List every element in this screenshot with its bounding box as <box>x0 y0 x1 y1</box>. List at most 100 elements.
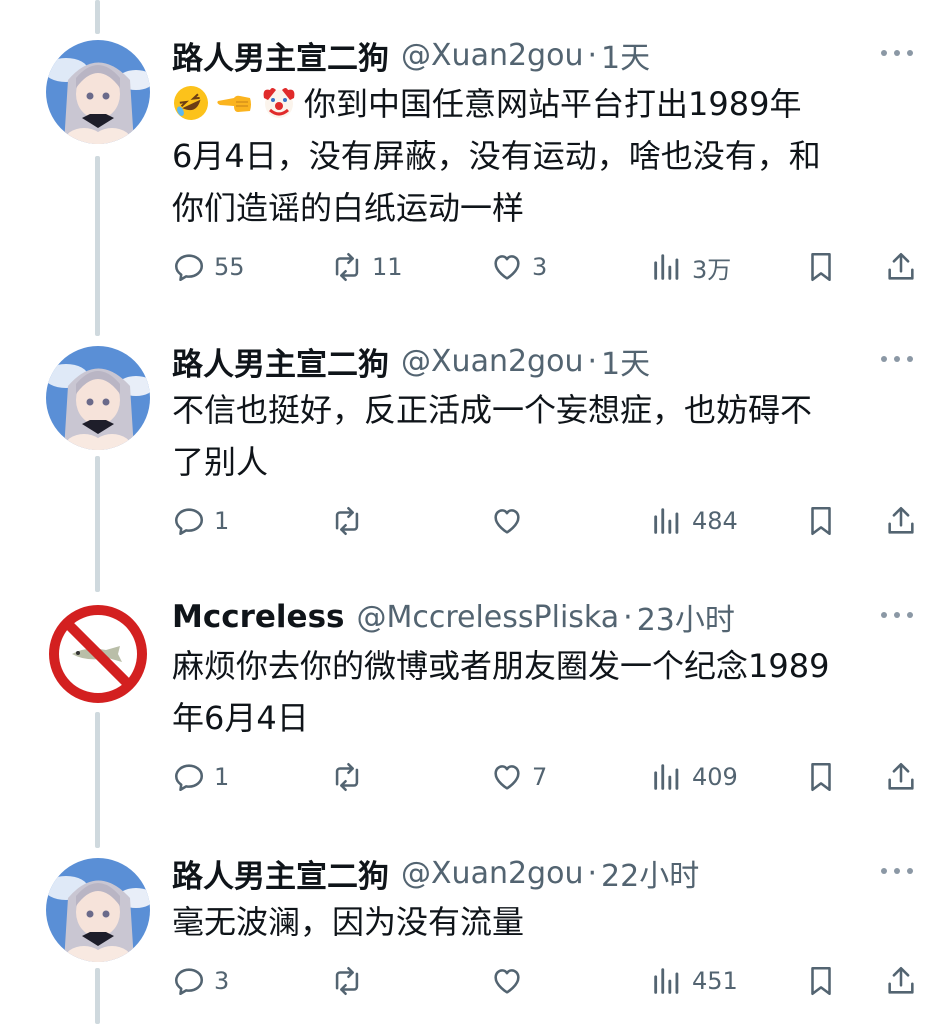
like-count: 7 <box>532 763 548 791</box>
retweet-icon <box>335 506 359 536</box>
retweet-count: 11 <box>372 253 403 281</box>
tweet-text: 不信也挺好，反正活成一个妄想症，也妨碍不 了别人 <box>172 391 813 481</box>
more-options-icon[interactable] <box>877 600 917 630</box>
retweet-icon <box>335 762 359 792</box>
tweet-text: 麻烦你去你的微博或者朋友圈发一个纪念1989 年6月4日 <box>172 647 830 737</box>
retweet-button[interactable] <box>330 754 372 800</box>
share-button[interactable] <box>884 244 918 290</box>
reply-icon <box>174 508 204 536</box>
share-icon <box>888 506 914 534</box>
display-name[interactable]: 路人男主宣二狗 <box>172 339 389 384</box>
heart-icon <box>494 509 520 534</box>
views-button[interactable]: 484 <box>650 498 738 544</box>
timestamp[interactable]: 23小时 <box>637 595 735 639</box>
view-count: 484 <box>692 507 738 535</box>
avatar[interactable] <box>46 40 150 144</box>
view-count: 451 <box>692 967 738 995</box>
reply-icon <box>174 968 204 996</box>
thread-line <box>95 0 100 34</box>
reply-button[interactable]: 1 <box>172 498 229 544</box>
more-options-icon[interactable] <box>877 344 917 374</box>
separator-dot: · <box>623 599 633 635</box>
timestamp[interactable]: 1天 <box>601 339 650 383</box>
thread-line <box>95 712 100 848</box>
display-name[interactable]: 路人男主宣二狗 <box>172 33 389 78</box>
action-bar: 55 11 3 3万 <box>172 244 917 290</box>
tweet-text: 你到中国任意网站平台打出1989年 6月4日，没有屏蔽，没有运动，啥也没有，和 … <box>172 78 902 234</box>
more-options-icon[interactable] <box>877 856 917 886</box>
heart-icon <box>494 969 520 994</box>
user-handle[interactable]: @MccrelessPliska <box>356 600 619 635</box>
bookmark-button[interactable] <box>804 958 838 1004</box>
view-count: 409 <box>692 763 738 791</box>
thread-line <box>95 968 100 1024</box>
bookmark-icon <box>811 506 831 536</box>
bookmark-icon <box>811 762 831 792</box>
retweet-icon <box>335 966 359 996</box>
user-handle[interactable]: @Xuan2gou <box>401 856 583 891</box>
views-button[interactable]: 409 <box>650 754 738 800</box>
reply-icon <box>174 254 204 282</box>
tweet-text: 毫无波澜，因为没有流量 <box>172 903 525 941</box>
retweet-button[interactable] <box>330 498 372 544</box>
thread-line <box>95 456 100 592</box>
avatar[interactable] <box>46 346 150 450</box>
reply-button[interactable]: 55 <box>172 244 245 290</box>
thread-line <box>95 156 100 336</box>
share-icon <box>888 252 914 280</box>
share-button[interactable] <box>884 498 918 544</box>
bookmark-button[interactable] <box>804 754 838 800</box>
action-bar: 3 451 <box>172 958 917 1004</box>
rofl-emoji <box>172 84 210 122</box>
retweet-icon <box>335 252 359 282</box>
user-handle[interactable]: @Xuan2gou <box>401 344 583 379</box>
share-button[interactable] <box>884 754 918 800</box>
share-icon <box>888 966 914 994</box>
clown-face-emoji <box>260 84 298 122</box>
like-button[interactable]: 3 <box>490 244 547 290</box>
avatar[interactable] <box>46 602 150 706</box>
heart-icon <box>494 255 520 280</box>
bookmark-button[interactable] <box>804 498 838 544</box>
separator-dot: · <box>587 343 598 379</box>
reply-count: 1 <box>214 763 230 791</box>
reply-count: 55 <box>214 253 245 281</box>
like-button[interactable]: 7 <box>490 754 547 800</box>
views-button[interactable]: 451 <box>650 958 738 1004</box>
bookmark-icon <box>811 966 831 996</box>
bookmark-icon <box>811 252 831 282</box>
reply-button[interactable]: 1 <box>172 754 229 800</box>
reply-icon <box>174 764 204 792</box>
like-button[interactable] <box>490 958 532 1004</box>
bookmark-button[interactable] <box>804 244 838 290</box>
retweet-button[interactable]: 11 <box>330 244 403 290</box>
separator-dot: · <box>587 37 598 73</box>
reply-button[interactable]: 3 <box>172 958 229 1004</box>
timestamp[interactable]: 1天 <box>601 33 650 77</box>
display-name[interactable]: Mccreless <box>172 599 344 635</box>
user-handle[interactable]: @Xuan2gou <box>401 38 583 73</box>
share-button[interactable] <box>884 958 918 1004</box>
like-count: 3 <box>532 253 548 281</box>
views-chart-icon <box>654 254 679 280</box>
more-options-icon[interactable] <box>877 38 917 68</box>
timestamp[interactable]: 22小时 <box>601 851 699 895</box>
retweet-button[interactable] <box>330 958 372 1004</box>
action-bar: 1 484 <box>172 498 917 544</box>
separator-dot: · <box>587 855 598 891</box>
display-name[interactable]: 路人男主宣二狗 <box>172 851 389 896</box>
view-count: 3万 <box>692 255 732 284</box>
views-chart-icon <box>654 508 679 534</box>
views-chart-icon <box>654 764 679 790</box>
reply-count: 1 <box>214 507 230 535</box>
action-bar: 1 7 409 <box>172 754 917 800</box>
share-icon <box>888 762 914 790</box>
reply-count: 3 <box>214 967 230 995</box>
tweet-thread: 路人男主宣二狗 @Xuan2gou · 1天 你到中国任意网站平台打出1989年… <box>0 0 937 1024</box>
views-button[interactable]: 3万 <box>650 244 731 290</box>
like-button[interactable] <box>490 498 532 544</box>
pointing-left-hand-emoji <box>216 84 254 122</box>
heart-icon <box>494 765 520 790</box>
avatar[interactable] <box>46 858 150 962</box>
views-chart-icon <box>654 968 679 994</box>
